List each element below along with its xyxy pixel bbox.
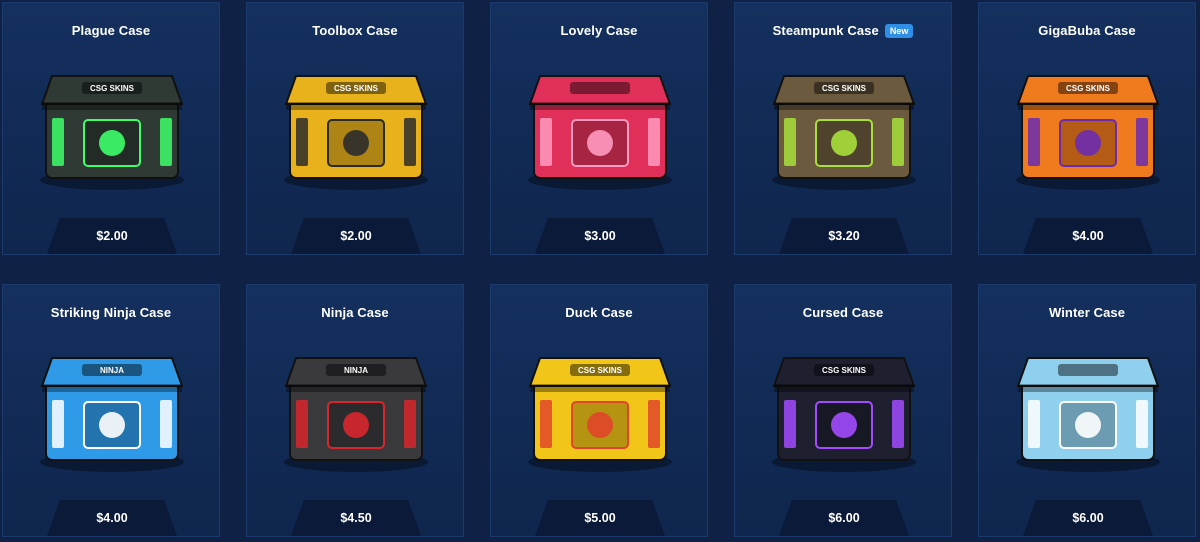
case-price: $2.00 [96,229,128,243]
price-tab: $6.00 [779,500,909,536]
toolbox-case-chest-icon: CSG SKINS [284,75,428,190]
case-card[interactable]: Duck Case CSG SKINS $5.00 [490,284,708,537]
price-tab: $4.00 [47,500,177,536]
case-grid: Plague Case CSG SKINS $2.00 Toolbox Case CSG… [0,0,1200,542]
case-card[interactable]: Toolbox Case CSG SKINS $2.00 [246,2,464,255]
case-title-row: Lovely Case [491,23,707,38]
case-logo: NINJA [344,366,368,375]
price-tab: $5.00 [535,500,665,536]
price-tab: $3.20 [779,218,909,254]
case-price: $4.50 [340,511,372,525]
case-card[interactable]: Lovely Case $3.00 [490,2,708,255]
cursed-case-chest-icon: CSG SKINS [772,357,916,472]
case-logo: CSG SKINS [90,84,135,93]
case-title: Duck Case [565,305,633,320]
case-price: $6.00 [828,511,860,525]
case-card[interactable]: Ninja Case NINJA $4.50 [246,284,464,537]
case-title-row: Cursed Case [735,305,951,320]
case-price: $4.00 [1072,229,1104,243]
case-logo: CSG SKINS [822,366,867,375]
case-logo: CSG SKINS [822,84,867,93]
case-title-row: Winter Case [979,305,1195,320]
case-title-row: Steampunk Case New [735,23,951,38]
case-logo: NINJA [100,366,124,375]
steampunk-case-chest-icon: CSG SKINS [772,75,916,190]
case-price: $6.00 [1072,511,1104,525]
case-title: Steampunk Case [772,23,879,38]
case-logo: CSG SKINS [334,84,379,93]
price-tab: $2.00 [47,218,177,254]
case-card[interactable]: Plague Case CSG SKINS $2.00 [2,2,220,255]
price-tab: $4.50 [291,500,421,536]
case-price: $4.00 [96,511,128,525]
ninja-case-chest-icon: NINJA [284,357,428,472]
gigabuba-case-chest-icon: CSG SKINS [1016,75,1160,190]
new-badge: New [884,23,914,38]
case-card[interactable]: Steampunk Case New CSG SKINS $3.20 [734,2,952,255]
case-card[interactable]: GigaBuba Case CSG SKINS $4.00 [978,2,1196,255]
case-logo: CSG SKINS [1066,84,1111,93]
case-title: Toolbox Case [312,23,398,38]
lovely-case-chest-icon [528,75,672,190]
case-title-row: Ninja Case [247,305,463,320]
case-card[interactable]: Cursed Case CSG SKINS $6.00 [734,284,952,537]
case-price: $5.00 [584,511,616,525]
price-tab: $2.00 [291,218,421,254]
case-logo: CSG SKINS [578,366,623,375]
case-title: Striking Ninja Case [50,305,172,320]
case-title: Lovely Case [560,23,638,38]
duck-case-chest-icon: CSG SKINS [528,357,672,472]
case-card[interactable]: Winter Case $6.00 [978,284,1196,537]
case-title: Cursed Case [802,305,884,320]
case-price: $2.00 [340,229,372,243]
case-title-row: Toolbox Case [247,23,463,38]
case-title: Plague Case [71,23,151,38]
case-title-row: GigaBuba Case [979,23,1195,38]
price-tab: $4.00 [1023,218,1153,254]
plague-case-chest-icon: CSG SKINS [40,75,184,190]
winter-case-chest-icon [1016,357,1160,472]
price-tab: $3.00 [535,218,665,254]
case-title-row: Duck Case [491,305,707,320]
case-title: GigaBuba Case [1038,23,1136,38]
case-price: $3.00 [584,229,616,243]
price-tab: $6.00 [1023,500,1153,536]
case-price: $3.20 [828,229,860,243]
striking-ninja-case-chest-icon: NINJA [40,357,184,472]
case-title: Ninja Case [321,305,389,320]
case-title-row: Striking Ninja Case [3,305,219,320]
case-title: Winter Case [1048,305,1126,320]
case-title-row: Plague Case [3,23,219,38]
case-card[interactable]: Striking Ninja Case NINJA $4.00 [2,284,220,537]
